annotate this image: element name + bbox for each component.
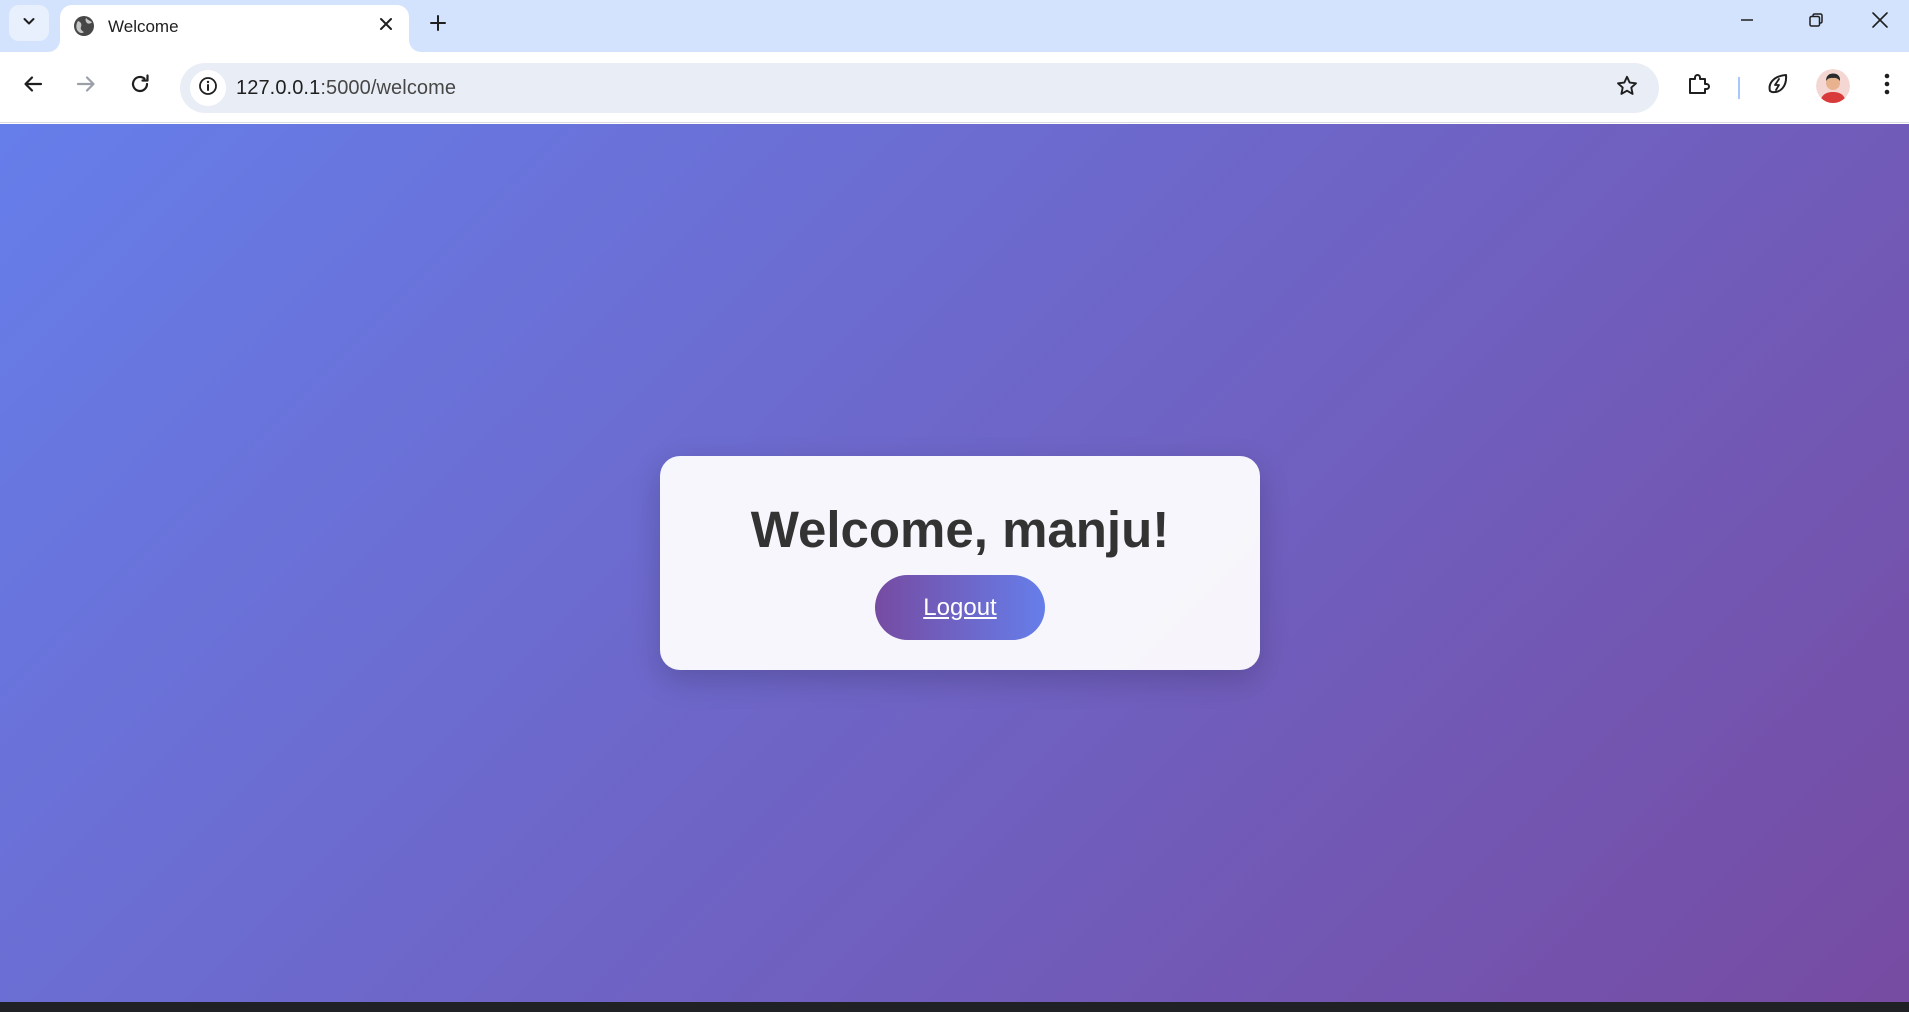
globe-icon	[72, 14, 96, 38]
extensions-button[interactable]	[1680, 67, 1718, 105]
arrow-left-icon	[22, 73, 44, 100]
reload-button[interactable]	[121, 67, 159, 105]
arrow-right-icon	[75, 73, 97, 100]
leaf-bolt-icon	[1765, 71, 1791, 102]
taskbar-edge	[0, 1002, 1909, 1012]
tab-title: Welcome	[108, 17, 179, 36]
tab-search-button[interactable]	[9, 5, 49, 41]
star-icon	[1615, 74, 1639, 103]
toolbar-separator	[1738, 77, 1740, 99]
forward-button[interactable]	[67, 67, 105, 105]
chevron-down-icon	[21, 13, 37, 34]
close-icon	[1871, 11, 1889, 34]
puzzle-icon	[1686, 71, 1712, 102]
url-path: :5000/welcome	[320, 77, 457, 99]
address-bar[interactable]: 127.0.0.1:5000/welcome	[180, 63, 1659, 113]
restore-button[interactable]	[1782, 0, 1850, 44]
restore-icon	[1808, 12, 1824, 33]
browser-toolbar: 127.0.0.1:5000/welcome	[0, 52, 1909, 123]
browser-menu-button[interactable]	[1868, 67, 1906, 105]
close-window-button[interactable]	[1851, 0, 1909, 44]
reload-icon	[129, 73, 151, 100]
minimize-icon	[1739, 12, 1755, 33]
new-tab-button[interactable]	[422, 9, 454, 41]
active-tab[interactable]: Welcome	[60, 5, 409, 52]
url-text[interactable]: 127.0.0.1:5000/welcome	[236, 77, 456, 100]
welcome-card: Welcome, manju! Logout	[660, 456, 1260, 670]
close-icon	[379, 17, 393, 36]
page-background: Welcome, manju! Logout	[0, 124, 1909, 1002]
kebab-menu-icon	[1883, 72, 1891, 101]
url-host: 127.0.0.1	[236, 77, 321, 99]
logout-button[interactable]: Logout	[875, 575, 1045, 640]
close-tab-button[interactable]	[375, 15, 397, 37]
info-icon	[198, 76, 218, 101]
page-title: Welcome, manju!	[750, 501, 1170, 558]
performance-button[interactable]	[1759, 67, 1797, 105]
minimize-button[interactable]	[1713, 0, 1781, 44]
site-info-button[interactable]	[190, 70, 226, 106]
plus-icon	[429, 14, 447, 37]
bookmark-button[interactable]	[1613, 74, 1641, 102]
avatar[interactable]	[1816, 69, 1850, 103]
tab-strip: Welcome	[0, 0, 1909, 52]
back-button[interactable]	[14, 67, 52, 105]
